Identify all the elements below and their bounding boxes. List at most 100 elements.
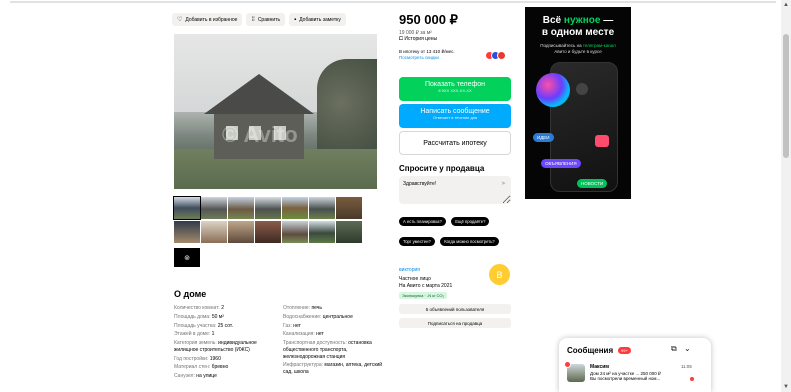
write-message-button[interactable]: Написать сообщение Отвечает в течение дн… xyxy=(399,104,511,128)
param-key: Этажей в доме: xyxy=(174,331,211,338)
add-favorite-button[interactable]: ♡ Добавить в избранное xyxy=(172,13,243,26)
thumbnail[interactable] xyxy=(228,197,254,219)
thumbnail[interactable] xyxy=(282,221,308,243)
thumbnail[interactable] xyxy=(309,221,335,243)
quick-question-chip[interactable]: Когда можно посмотреть? xyxy=(440,237,499,246)
mortgage-discount-link[interactable]: Посмотреть скидки xyxy=(399,55,455,61)
ad-news-pill: НОВОСТИ xyxy=(577,179,608,188)
calculate-mortgage-button[interactable]: Рассчитать ипотеку xyxy=(399,131,511,155)
subscribe-seller-button[interactable]: Подписаться на продавца xyxy=(399,318,511,328)
param-value: бревно xyxy=(211,364,229,371)
heart-icon: ♡ xyxy=(177,17,183,23)
ad-camera-icon xyxy=(536,73,570,107)
seller-listings-button[interactable]: 5 объявлений пользователя xyxy=(399,304,511,314)
param-key: Количество комнат: xyxy=(174,305,220,311)
param-key: Инфраструктура: xyxy=(283,362,324,369)
quick-question-chip[interactable]: А есть планировка? xyxy=(399,217,446,226)
listing-actions: ♡ Добавить в избранное ⁞⁞ Сравнить ▪ Доб… xyxy=(172,13,346,26)
chat-last-message: Вы посмотрели временный ном... xyxy=(590,376,661,381)
unread-count-badge: 99+ xyxy=(618,347,631,354)
ad-camera-icon xyxy=(576,83,588,95)
scroll-up-icon[interactable]: ▲ xyxy=(783,2,789,8)
param-value: на улице xyxy=(196,373,217,379)
thumbnail[interactable] xyxy=(336,197,362,219)
thumbnail[interactable] xyxy=(255,221,281,243)
thumbnail[interactable] xyxy=(309,197,335,219)
mortgage-info: В ипотеку от 13 410 ₽/мес. Посмотреть ск… xyxy=(399,49,455,61)
phone-mask: 8 9XX XXX-XX-XX xyxy=(438,88,472,93)
param-value: центральное xyxy=(322,313,353,320)
messages-widget[interactable]: Сообщения 99+ ⧉ ⌄ Максим 11:05 Дом 24 м²… xyxy=(559,338,711,392)
param-key: Санузел: xyxy=(174,373,195,379)
param-key: Водоснабжение: xyxy=(283,313,322,320)
scrollbar-thumb[interactable] xyxy=(783,34,789,158)
thumbnail[interactable] xyxy=(336,221,362,243)
thumbnail[interactable] xyxy=(228,221,254,243)
chevron-down-icon[interactable]: ⌄ xyxy=(684,344,691,353)
chat-unread-dot xyxy=(690,377,694,381)
price-history-link[interactable]: ⧠ История цены xyxy=(399,36,437,42)
param-value: нет xyxy=(293,322,301,329)
seller-name-link[interactable]: виктория xyxy=(399,267,420,273)
compare-label: Сравнить xyxy=(257,16,281,23)
about-right-column: Отопление: печь Водоснабжение: центральн… xyxy=(283,305,383,378)
param-key: Год постройки: xyxy=(174,355,209,362)
about-house-title: О доме xyxy=(174,289,207,299)
about-left-column: Количество комнат: 2 Площадь дома: 50 м²… xyxy=(174,305,274,382)
ad-subtitle: Подписывайтесь на телеграм-канал Авито и… xyxy=(540,43,616,54)
open-external-icon[interactable]: ⧉ xyxy=(671,344,677,354)
quick-question-chip[interactable]: Ещё продаёте? xyxy=(451,217,490,226)
param-key: Категория земель: xyxy=(174,340,217,346)
param-key: Газ: xyxy=(283,322,292,329)
seller-since: На Авито с марта 2021 xyxy=(399,283,453,289)
avatar[interactable]: В xyxy=(489,264,510,285)
param-value: нет xyxy=(316,331,324,338)
gift-icon xyxy=(595,135,609,147)
photo-thumbnails xyxy=(173,196,364,245)
ad-ideas-pill: ИДЕИ xyxy=(533,133,554,142)
scroll-down-icon[interactable]: ▼ xyxy=(783,384,789,390)
param-value: печь xyxy=(311,305,322,311)
thumbnail[interactable] xyxy=(173,196,201,220)
thumbnail[interactable] xyxy=(282,197,308,219)
show-phone-button[interactable]: Показать телефон 8 9XX XXX-XX-XX xyxy=(399,77,511,101)
param-key: Транспортная доступность: xyxy=(283,340,347,346)
photo-watermark: © Avito xyxy=(222,122,298,147)
param-value: 2 xyxy=(221,305,224,311)
param-value: 1 xyxy=(211,331,215,338)
add-favorite-label: Добавить в избранное xyxy=(185,16,238,23)
messages-title: Сообщения xyxy=(567,346,614,355)
more-photos-button[interactable]: ⊚ xyxy=(174,248,200,267)
chat-time: 11:05 xyxy=(681,364,692,369)
calculate-mortgage-label: Рассчитать ипотеку xyxy=(423,139,487,147)
param-key: Канализация: xyxy=(283,331,315,338)
mortgage-text: В ипотеку от 13 410 ₽/мес. xyxy=(399,49,455,54)
compare-button[interactable]: ⁞⁞ Сравнить xyxy=(246,13,286,26)
send-icon[interactable]: ➤ xyxy=(501,180,506,187)
param-value: 25 сот. xyxy=(217,322,234,329)
param-key: Материал стен: xyxy=(174,364,211,371)
subscribe-seller-label: Подписаться на продавца xyxy=(427,320,483,326)
bank-logos xyxy=(485,51,506,60)
ad-headline: Всё нужное — в одном месте xyxy=(541,15,615,38)
ask-seller-input[interactable]: Здравствуйте! xyxy=(399,176,511,204)
telegram-ad-banner[interactable]: Всё нужное — в одном месте Подписывайтес… xyxy=(525,7,631,199)
top-divider xyxy=(0,0,791,4)
quick-questions: А есть планировка? Ещё продаёте? Торг ум… xyxy=(399,210,517,250)
price-history-label: История цены xyxy=(404,36,438,42)
camera-icon: ⊚ xyxy=(184,254,190,262)
thumbnail[interactable] xyxy=(201,221,227,243)
seller-eco-badge: Экопокупка · -N кг CO₂ xyxy=(399,292,448,299)
add-note-label: Добавить заметку xyxy=(299,16,341,23)
ad-listings-pill: ОБЪЯВЛЕНИЯ xyxy=(541,159,581,168)
param-key: Площадь дома: xyxy=(174,313,211,320)
thumbnail[interactable] xyxy=(201,197,227,219)
add-note-button[interactable]: ▪ Добавить заметку xyxy=(289,13,346,26)
main-photo[interactable]: © Avito xyxy=(174,34,377,189)
thumbnail[interactable] xyxy=(174,221,200,243)
quick-question-chip[interactable]: Торг уместен? xyxy=(399,237,435,246)
price: 950 000 ₽ xyxy=(399,12,458,27)
reply-time: Отвечает в течение дня xyxy=(432,115,478,120)
page-scrollbar[interactable]: ▲ ▼ xyxy=(781,0,791,392)
thumbnail[interactable] xyxy=(255,197,281,219)
